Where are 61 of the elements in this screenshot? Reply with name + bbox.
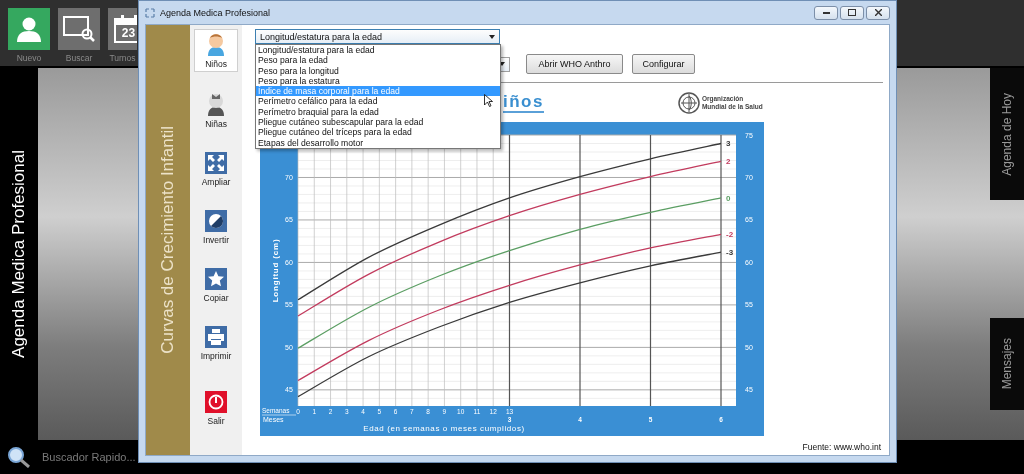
curve-label: -3 [726, 248, 734, 258]
globe-emblem-icon [677, 91, 700, 114]
dropdown-option[interactable]: Pliegue cutáneo del tríceps para la edad [256, 127, 500, 138]
dropdown-option[interactable]: Pliegue cutáneo subescapular para la edad [256, 117, 500, 128]
launcher-label: Buscar [65, 53, 93, 63]
minimize-icon [822, 11, 830, 14]
source-note: Fuente: www.who.int [802, 442, 881, 452]
close-button[interactable] [866, 5, 890, 20]
dropdown-option[interactable]: Peso para la longitud [256, 65, 500, 76]
quick-search-field[interactable]: Buscador Rapido... [42, 451, 138, 463]
cursor-icon [484, 94, 493, 107]
chart-heading: iños [503, 92, 544, 113]
baby-girl-icon [206, 92, 227, 116]
action-button[interactable]: Abrir WHO Anthro [526, 54, 623, 74]
app-title: Agenda Medica Profesional [9, 150, 29, 358]
baby-boy-icon [206, 32, 227, 56]
star-icon [205, 268, 228, 290]
launcher-tile[interactable]: 23 [108, 8, 137, 50]
launcher-label: Turnos [109, 53, 136, 63]
printer-icon [205, 326, 228, 348]
user-icon [15, 15, 43, 43]
calendar-icon [113, 15, 137, 43]
curve-label: 3 [726, 139, 731, 149]
toolbar-button[interactable]: Niños [194, 29, 239, 72]
curve-label: 2 [726, 157, 731, 167]
window-title: Agenda Medica Profesional [160, 7, 271, 18]
toolbar-button[interactable]: Ampliar [194, 149, 239, 190]
monitor-search-icon [63, 15, 95, 43]
app-icon [145, 7, 155, 18]
minimize-button[interactable] [814, 5, 838, 20]
toolbar-button[interactable]: Invertir [194, 207, 239, 248]
dropdown-option[interactable]: Longitud/estatura para la edad [256, 45, 500, 56]
side-tab[interactable]: Agenda de Hoy [990, 68, 1024, 200]
toolbar-button[interactable]: Copiar [194, 265, 239, 306]
launcher-label: Nuevo [16, 53, 42, 63]
curve-label: -2 [726, 230, 734, 240]
caret-icon [489, 34, 495, 39]
toolbar-button[interactable]: Niñas [194, 89, 239, 132]
toolbar-button[interactable]: Imprimir [194, 323, 239, 364]
curve-label: 0 [726, 193, 731, 203]
dropdown-option[interactable]: Perímetro braquial para la edad [256, 106, 500, 118]
maximize-icon [848, 9, 856, 16]
expand-icon [205, 152, 228, 174]
y-axis-label: Longitud (cm) [271, 238, 280, 303]
power-icon [205, 391, 228, 413]
dropdown-option[interactable]: Peso para la edad [256, 55, 500, 66]
section-title: Curvas de Crecimiento Infantil [158, 126, 179, 354]
calendar-day: 23 [113, 26, 137, 40]
maximize-button[interactable] [840, 5, 864, 20]
dropdown-option[interactable]: Etapas del desarrollo motor [256, 137, 500, 148]
search-icon[interactable] [6, 446, 32, 468]
toolbar-button[interactable]: Salir [194, 388, 239, 429]
action-button[interactable]: Configurar [632, 54, 695, 74]
dropdown-option[interactable]: Peso para la estatura [256, 75, 500, 87]
close-icon [874, 9, 882, 16]
launcher-tile[interactable] [58, 8, 100, 50]
launcher-tile[interactable] [8, 8, 50, 50]
side-tab[interactable]: Mensajes [990, 318, 1024, 410]
indicator-select[interactable]: Longitud/estatura para la edad [255, 29, 500, 44]
dropdown-option[interactable]: Perímetro cefálico para la edad [256, 96, 500, 107]
x-axis-label: Edad (en semanas o meses cumplidos) [363, 424, 525, 433]
